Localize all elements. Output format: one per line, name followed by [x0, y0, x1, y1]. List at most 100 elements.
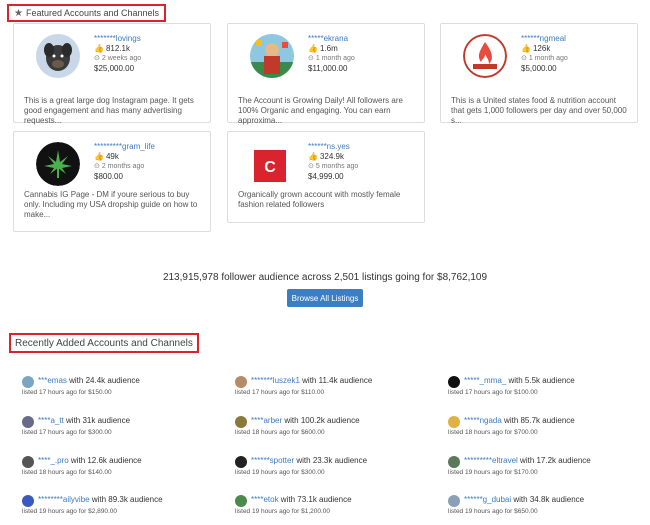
- featured-card[interactable]: *******lovings 👍 812.1k ⊙ 2 weeks ago $25,…: [13, 23, 211, 125]
- listing-description: The Account is Growing Daily! All follow…: [238, 96, 403, 125]
- recent-account-name[interactable]: ***emas: [38, 376, 67, 385]
- avatar: [235, 456, 247, 468]
- recent-listed-info: listed 18 hours ago for $140.00: [22, 469, 112, 476]
- avatar: [235, 376, 247, 388]
- listing-price: $4,999.00: [308, 172, 344, 181]
- recent-account-name[interactable]: ****etok: [251, 495, 279, 504]
- avatar: [235, 416, 247, 428]
- recent-listed-info: listed 19 hours ago for $650.00: [448, 508, 538, 515]
- account-handle[interactable]: *********gram_life: [94, 142, 155, 152]
- avatar: [22, 416, 34, 428]
- account-avatar: [463, 34, 507, 78]
- follower-count: 126k: [532, 44, 551, 53]
- follower-count: 812.1k: [105, 44, 130, 53]
- clock-icon: ⊙: [94, 55, 100, 62]
- avatar: [22, 456, 34, 468]
- clock-icon: ⊙: [521, 55, 527, 62]
- listing-description: This is a great large dog Instagram page…: [24, 96, 194, 125]
- clock-icon: ⊙: [308, 55, 314, 62]
- recent-account-name[interactable]: *******luszek1: [251, 376, 300, 385]
- recent-account-name[interactable]: ********ailyvibe: [38, 495, 90, 504]
- recent-audience: with 73.1k audience: [278, 495, 352, 504]
- listing-age: 2 months ago: [101, 163, 145, 170]
- clock-icon: ⊙: [308, 163, 314, 170]
- featured-card[interactable]: *****ekrana 👍 1.6m ⊙ 1 month ago $11,000.0…: [227, 23, 425, 125]
- follower-count: 49k: [105, 152, 119, 161]
- recent-listed-info: listed 19 hours ago for $300.00: [235, 469, 325, 476]
- account-handle[interactable]: *******lovings: [94, 34, 141, 44]
- listing-age: 1 month ago: [528, 55, 568, 62]
- recent-audience: with 34.8k audience: [511, 495, 585, 504]
- recent-audience: with 17.2k audience: [517, 456, 591, 465]
- star-icon: ★: [14, 7, 23, 19]
- recent-title-text: Recently Added Accounts and Channels: [15, 337, 193, 349]
- listing-price: $5,000.00: [521, 64, 557, 73]
- avatar: [448, 495, 460, 507]
- recent-audience: with 100.2k audience: [282, 416, 360, 425]
- browse-all-listings-button[interactable]: Browse All Listings: [287, 289, 363, 307]
- avatar: [235, 495, 247, 507]
- thumbs-up-icon: 👍: [308, 152, 318, 161]
- recent-audience: with 5.5k audience: [506, 376, 575, 385]
- listing-description: Organically grown account with mostly fe…: [238, 190, 401, 209]
- recent-audience: with 24.4k audience: [66, 376, 140, 385]
- account-handle[interactable]: *****ekrana: [308, 34, 355, 44]
- featured-card[interactable]: ******ngmeal 👍 126k ⊙ 1 month ago $5,000.0…: [440, 23, 638, 125]
- clock-icon: ⊙: [94, 163, 100, 170]
- featured-card[interactable]: C ******ns.yes 👍 324.9k ⊙ 5 months ago $4,…: [227, 131, 425, 223]
- recent-account-name[interactable]: ****_.pro: [38, 456, 69, 465]
- follower-count: 1.6m: [319, 44, 338, 53]
- recent-section-title: Recently Added Accounts and Channels: [9, 333, 199, 353]
- recent-account-name[interactable]: *****ngada: [464, 416, 502, 425]
- recent-audience: with 12.6k audience: [68, 456, 142, 465]
- thumbs-up-icon: 👍: [94, 152, 104, 161]
- featured-title-text: Featured Accounts and Channels: [25, 8, 160, 18]
- listing-description: This is a United states food & nutrition…: [451, 96, 627, 125]
- recent-audience: with 23.3k audience: [294, 456, 368, 465]
- recent-listed-info: listed 17 hours ago for $110.00: [235, 389, 325, 396]
- avatar: [448, 456, 460, 468]
- recent-audience: with 31k audience: [63, 416, 131, 425]
- recent-listed-info: listed 17 hours ago for $150.00: [22, 389, 112, 396]
- account-handle[interactable]: ******ns.yes: [308, 142, 358, 152]
- recent-listed-info: listed 18 hours ago for $700.00: [448, 429, 538, 436]
- account-avatar: [36, 142, 80, 186]
- recent-audience: with 89.3k audience: [89, 495, 163, 504]
- thumbs-up-icon: 👍: [94, 44, 104, 53]
- listing-age: 1 month ago: [315, 55, 355, 62]
- listing-price: $25,000.00: [94, 64, 135, 73]
- account-avatar: [250, 34, 294, 78]
- avatar: [448, 416, 460, 428]
- svg-text:C: C: [264, 159, 276, 176]
- recent-account-name[interactable]: *********eltravel: [464, 456, 518, 465]
- recent-account-name[interactable]: ******g_dubai: [464, 495, 511, 504]
- recent-audience: with 11.4k audience: [299, 376, 373, 385]
- recent-listed-info: listed 17 hours ago for $300.00: [22, 429, 112, 436]
- recent-account-name[interactable]: ******spotter: [251, 456, 294, 465]
- account-avatar: [36, 34, 80, 78]
- follower-count: 324.9k: [319, 152, 344, 161]
- recent-listed-info: listed 19 hours ago for $1,200.00: [235, 508, 331, 515]
- listing-description: Cannabis IG Page - DM if youre serious t…: [24, 190, 198, 219]
- listing-price: $800.00: [94, 172, 123, 181]
- listing-age: 5 months ago: [315, 163, 359, 170]
- featured-section-title: ★ Featured Accounts and Channels: [7, 4, 167, 22]
- avatar: [22, 495, 34, 507]
- recent-audience: with 85.7k audience: [501, 416, 575, 425]
- account-avatar: C: [254, 150, 286, 182]
- recent-listed-info: listed 19 hours ago for $170.00: [448, 469, 538, 476]
- featured-card[interactable]: *********gram_life 👍 49k ⊙ 2 months ago $8…: [13, 131, 211, 232]
- account-handle[interactable]: ******ngmeal: [521, 34, 568, 44]
- avatar: [22, 376, 34, 388]
- recent-account-name[interactable]: ****a_tt: [38, 416, 64, 425]
- listing-price: $11,000.00: [308, 64, 348, 73]
- listing-age: 2 weeks ago: [101, 55, 142, 62]
- thumbs-up-icon: 👍: [308, 44, 318, 53]
- recent-account-name[interactable]: *****_mma_: [464, 376, 506, 385]
- recent-listed-info: listed 19 hours ago for $2,890.00: [22, 508, 118, 515]
- listings-summary: 213,915,978 follower audience across 2,5…: [162, 272, 488, 283]
- recent-listed-info: listed 18 hours ago for $600.00: [235, 429, 325, 436]
- recent-listed-info: listed 17 hours ago for $100.00: [448, 389, 538, 396]
- recent-account-name[interactable]: ****arber: [251, 416, 282, 425]
- thumbs-up-icon: 👍: [521, 44, 531, 53]
